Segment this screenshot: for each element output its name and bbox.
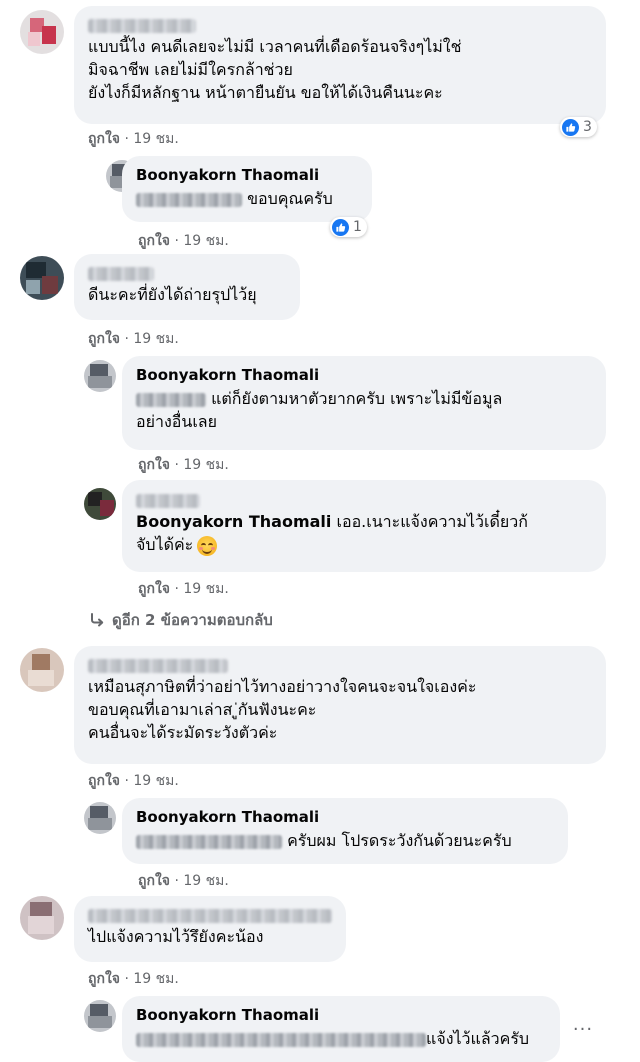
comment-text: แต่ก็ยังตามหาตัวยากครับ เพราะไม่มีข้อมูล xyxy=(211,389,503,408)
avatar[interactable] xyxy=(20,648,64,692)
comment-text: ขอบคุณที่เอามาเล่าส ู่กันฟังนะคะ xyxy=(88,700,317,719)
comment-bubble: Boonyakorn Thaomali แต่ก็ยังตามหาตัวยากค… xyxy=(122,356,606,450)
timestamp[interactable]: 19 ชม. xyxy=(183,873,228,889)
comment-meta: ถูกใจ · 19 ชม. xyxy=(88,971,179,987)
comment-meta: ถูกใจ · 19 ชม. xyxy=(138,873,229,889)
like-reaction-icon xyxy=(332,218,349,236)
blurred-mention[interactable] xyxy=(136,834,282,849)
avatar[interactable] xyxy=(84,360,116,392)
avatar[interactable] xyxy=(20,10,64,54)
comment-bubble: Boonyakorn Thaomali เออ.เนาะแจ้งความไว้เ… xyxy=(122,480,606,572)
comment-text: เออ.เนาะแจ้งความไว้เดี๋ยวก้ xyxy=(336,512,528,531)
comment-text: แบบนี้ไง คนดีเลยจะไม่มี เวลาคนที่เดือดร้… xyxy=(88,37,462,56)
like-reaction-icon xyxy=(562,118,579,136)
timestamp[interactable]: 19 ชม. xyxy=(183,457,228,473)
avatar[interactable] xyxy=(20,896,64,940)
mention-tag[interactable]: Boonyakorn Thaomali xyxy=(136,512,331,531)
comment-meta: ถูกใจ · 19 ชม. xyxy=(138,233,229,249)
comment-bubble: Boonyakorn Thaomali ขอบคุณครับ xyxy=(122,156,372,222)
blurred-mention[interactable] xyxy=(136,192,242,207)
comment-author[interactable]: Boonyakorn Thaomali xyxy=(136,1006,546,1024)
blurred-author-name[interactable] xyxy=(88,15,592,35)
like-link[interactable]: ถูกใจ xyxy=(138,233,170,249)
like-link[interactable]: ถูกใจ xyxy=(88,773,120,789)
comment-author[interactable]: Boonyakorn Thaomali xyxy=(136,166,358,184)
blurred-author-name[interactable] xyxy=(88,905,332,925)
comment-text: เหมือนสุภาษิตที่ว่าอย่าไว้ทางอย่าวางใจคน… xyxy=(88,677,477,696)
like-link[interactable]: ถูกใจ xyxy=(138,457,170,473)
comment-bubble: แบบนี้ไง คนดีเลยจะไม่มี เวลาคนที่เดือดร้… xyxy=(74,6,606,124)
comment-bubble: ดีนะคะที่ยังได้ถ่ายรุปไว้ยุ xyxy=(74,254,300,320)
timestamp[interactable]: 19 ชม. xyxy=(183,233,228,249)
blurred-author-name[interactable] xyxy=(88,263,286,283)
avatar[interactable] xyxy=(84,488,116,520)
comment-text: คนอื่นจะได้ระมัดระวังตัวค่ะ xyxy=(88,723,278,742)
avatar[interactable] xyxy=(84,1000,116,1032)
comment-text: ครับผม โปรดระวังกันด้วยนะครับ xyxy=(287,831,512,850)
comment-meta: ถูกใจ · 19 ชม. xyxy=(88,773,179,789)
comment-text: ขอบคุณครับ xyxy=(247,189,333,208)
like-link[interactable]: ถูกใจ xyxy=(88,971,120,987)
comment-bubble: Boonyakorn Thaomali ครับผม โปรดระวังกันด… xyxy=(122,798,568,864)
comment-meta: ถูกใจ · 19 ชม. xyxy=(88,331,179,347)
more-options-icon[interactable]: ··· xyxy=(570,1016,596,1042)
comment-text: จับได้ค่ะ xyxy=(136,535,194,554)
timestamp[interactable]: 19 ชม. xyxy=(183,581,228,597)
comment-text: ไปแจ้งความไว้รึยังคะน้อง xyxy=(88,927,264,946)
like-link[interactable]: ถูกใจ xyxy=(138,873,170,889)
blurred-mention[interactable] xyxy=(136,1032,426,1047)
comment-author[interactable]: Boonyakorn Thaomali xyxy=(136,808,554,826)
like-link[interactable]: ถูกใจ xyxy=(88,331,120,347)
blurred-author-name[interactable] xyxy=(88,655,592,675)
avatar[interactable] xyxy=(20,256,64,300)
blurred-mention[interactable] xyxy=(136,392,206,407)
timestamp[interactable]: 19 ชม. xyxy=(133,971,178,987)
comment-text: มิจฉาชีพ เลยไม่มีใครกล้าช่วย xyxy=(88,60,293,79)
timestamp[interactable]: 19 ชม. xyxy=(133,131,178,147)
comment-meta: ถูกใจ · 19 ชม. xyxy=(138,457,229,473)
like-link[interactable]: ถูกใจ xyxy=(88,131,120,147)
reaction-count[interactable]: 3 xyxy=(560,117,597,137)
smiling-face-emoji xyxy=(197,535,218,556)
comment-bubble: ไปแจ้งความไว้รึยังคะน้อง xyxy=(74,896,346,962)
blurred-author-name[interactable] xyxy=(136,490,592,510)
comment-text: อย่างอื่นเลย xyxy=(136,412,217,431)
reply-arrow-icon xyxy=(91,613,104,627)
comment-text: ดีนะคะที่ยังได้ถ่ายรุปไว้ยุ xyxy=(88,285,257,304)
comment-text: แจ้งไว้แล้วครับ xyxy=(426,1029,530,1048)
comment-meta: ถูกใจ · 19 ชม. xyxy=(88,131,179,147)
timestamp[interactable]: 19 ชม. xyxy=(133,331,178,347)
comment-bubble: Boonyakorn Thaomali แจ้งไว้แล้วครับ xyxy=(122,996,560,1062)
like-link[interactable]: ถูกใจ xyxy=(138,581,170,597)
comment-author[interactable]: Boonyakorn Thaomali xyxy=(136,366,592,384)
timestamp[interactable]: 19 ชม. xyxy=(133,773,178,789)
reaction-count[interactable]: 1 xyxy=(330,217,367,237)
avatar[interactable] xyxy=(84,802,116,834)
comment-bubble: เหมือนสุภาษิตที่ว่าอย่าไว้ทางอย่าวางใจคน… xyxy=(74,646,606,764)
comment-meta: ถูกใจ · 19 ชม. xyxy=(138,581,229,597)
view-more-replies-link[interactable]: ดูอีก 2 ข้อความตอบกลับ xyxy=(88,608,273,632)
comment-text: ยังไงก็มีหลักฐาน หน้าตายืนยัน ขอให้ได้เง… xyxy=(88,83,443,102)
